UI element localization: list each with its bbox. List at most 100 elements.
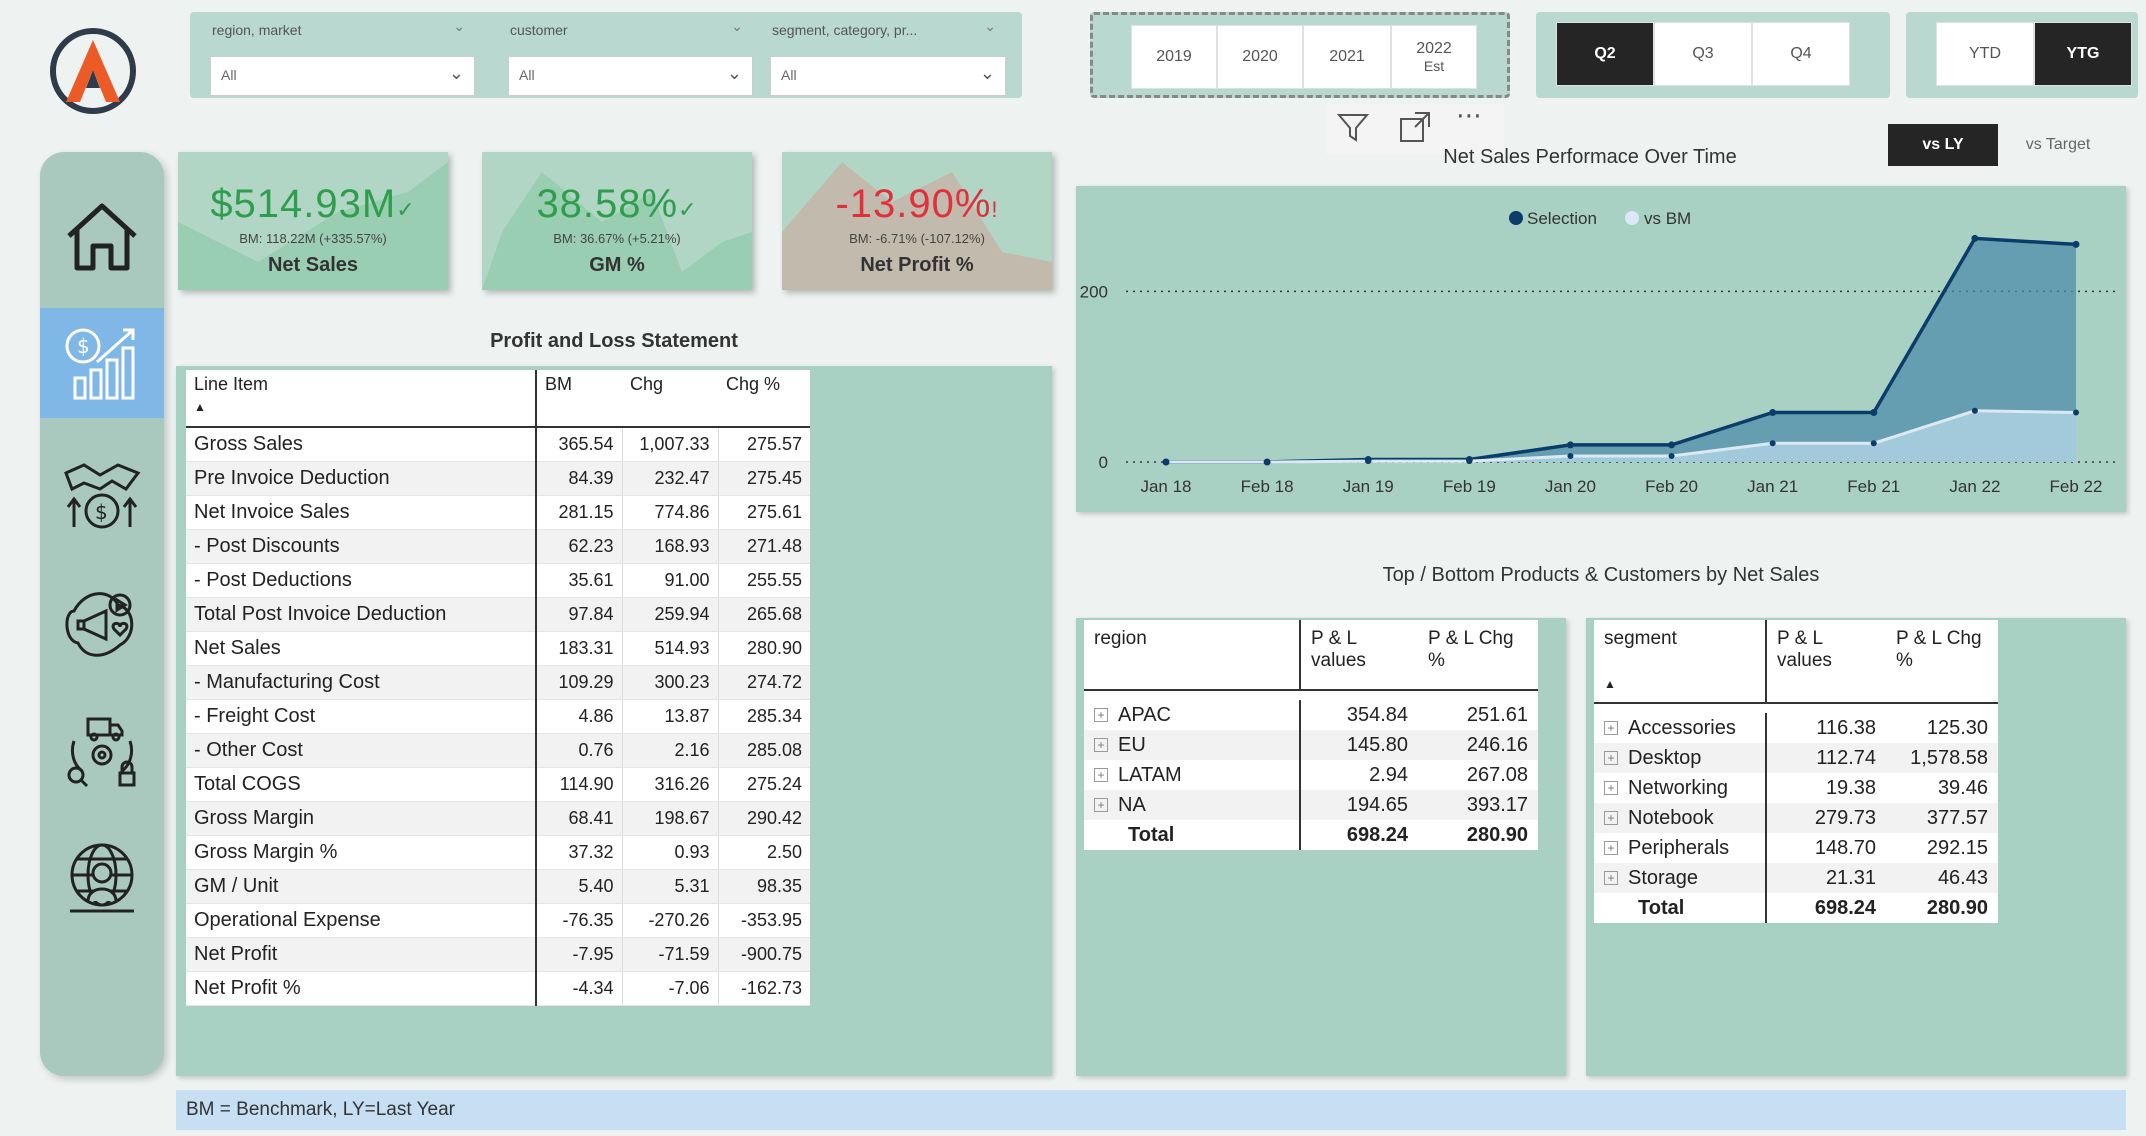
total-row: Total 698.24 280.90 [1084,820,1538,850]
table-row[interactable]: Net Profit -7.95 -71.59 -900.75 [186,937,810,972]
line-item-cell: - Post Discounts [186,529,537,564]
table-row[interactable]: Operational Expense -76.35 -270.26 -353.95 [186,903,810,938]
year-button-2019[interactable]: 2019 [1131,25,1217,89]
filter-icon[interactable] [1336,110,1370,152]
table-row[interactable]: Net Invoice Sales 281.15 774.86 275.61 [186,495,810,530]
value-cell: 280.90 [717,631,810,666]
chevron-down-icon[interactable]: ⌄ [980,63,995,84]
slicer-dropdown[interactable]: All ⌄ [210,56,475,96]
table-row[interactable]: + LATAM 2.94 267.08 [1084,760,1538,790]
quarter-button-q2[interactable]: Q2 [1556,22,1654,86]
table-row[interactable]: Pre Invoice Deduction 84.39 232.47 275.45 [186,461,810,496]
region-market-slicer[interactable]: region, market ⌄ All ⌄ [190,16,475,96]
ytg-button[interactable]: YTG [2034,22,2132,86]
value-cell: 281.15 [535,495,622,530]
chevron-down-icon[interactable]: ⌄ [727,63,742,84]
expand-icon[interactable]: + [1094,738,1108,753]
table-row[interactable]: Total COGS 114.90 316.26 275.24 [186,767,810,802]
table-row[interactable]: Net Sales 183.31 514.93 280.90 [186,631,810,666]
ytd-button[interactable]: YTD [1936,22,2034,86]
slicer-dropdown[interactable]: All ⌄ [508,56,753,96]
nav-supply-chain-view[interactable] [40,698,164,808]
line-item-cell: - Manufacturing Cost [186,665,537,700]
table-row[interactable]: GM / Unit 5.40 5.31 98.35 [186,869,810,904]
column-header-pl-values[interactable]: P & L values [1766,620,1886,704]
column-header-pl-chg[interactable]: P & L Chg % [1886,620,1998,704]
value-cell: 5.40 [535,869,622,904]
expand-icon[interactable]: + [1604,841,1618,856]
year-button-2022[interactable]: 2022 Est [1391,25,1477,89]
table-row[interactable]: Gross Sales 365.54 1,007.33 275.57 [186,427,810,462]
nav-home[interactable] [40,184,164,294]
expand-icon[interactable]: + [1094,768,1108,783]
expand-icon[interactable]: + [1604,871,1618,886]
table-row[interactable]: - Manufacturing Cost 109.29 300.23 274.72 [186,665,810,700]
column-header-pl-values[interactable]: P & L values [1300,620,1418,691]
nav-sales-view[interactable]: $ [40,442,164,552]
column-header-chg[interactable]: Chg [622,370,718,428]
column-header-region[interactable]: region [1084,620,1301,691]
chevron-down-icon[interactable]: ⌄ [731,18,743,35]
year-button-2020[interactable]: 2020 [1217,25,1303,89]
expand-icon[interactable]: + [1604,721,1618,736]
column-header-bm[interactable]: BM [536,370,622,428]
quarter-button-q3[interactable]: Q3 [1654,22,1752,86]
total-label: Total [1594,893,1767,923]
kpi-card-gm-pct[interactable]: 38.58%✓ BM: 36.67% (+5.21%) GM % [482,152,752,290]
table-row[interactable]: + Accessories 116.38 125.30 [1594,713,1998,743]
value-cell: 2.16 [621,733,718,768]
expand-icon[interactable]: + [1094,708,1108,723]
chevron-down-icon[interactable]: ⌄ [984,18,996,35]
table-row[interactable]: Total Post Invoice Deduction 97.84 259.94 2… [186,597,810,632]
table-row[interactable]: + EU 145.80 246.16 [1084,730,1538,760]
table-row[interactable]: - Freight Cost 4.86 13.87 285.34 [186,699,810,734]
year-button-2021[interactable]: 2021 [1303,25,1391,89]
vs-target-button[interactable]: vs Target [2008,124,2108,166]
table-row[interactable]: Gross Margin 68.41 198.67 290.42 [186,801,810,836]
vs-ly-button[interactable]: vs LY [1888,124,1998,166]
table-row[interactable]: - Other Cost 0.76 2.16 285.08 [186,733,810,768]
sort-ascending-icon[interactable]: ▲ [194,400,206,414]
column-header-line-item[interactable]: Line Item ▲ [186,370,537,428]
expand-icon[interactable]: + [1094,798,1108,813]
table-row[interactable]: + Desktop 112.74 1,578.58 [1594,743,1998,773]
more-options-icon[interactable]: ⋯ [1456,100,1482,131]
kpi-label: GM % [589,254,645,276]
table-row[interactable]: - Post Discounts 62.23 168.93 271.48 [186,529,810,564]
table-row[interactable]: + NA 194.65 393.17 [1084,790,1538,820]
table-row[interactable]: + Storage 21.31 46.43 [1594,863,1998,893]
segment-category-slicer[interactable]: segment, category, pr... ⌄ All ⌄ [750,16,1006,96]
value-cell: 275.61 [717,495,810,530]
chevron-down-icon[interactable]: ⌄ [453,18,465,35]
table-row[interactable]: + Notebook 279.73 377.57 [1594,803,1998,833]
expand-icon[interactable]: + [1604,811,1618,826]
nav-marketing-view[interactable] [40,570,164,680]
column-header-pl-chg[interactable]: P & L Chg % [1418,620,1538,691]
expand-icon[interactable]: + [1604,781,1618,796]
kpi-card-net-profit-pct[interactable]: -13.90%! BM: -6.71% (-107.12%) Net Profi… [782,152,1052,290]
kpi-card-net-sales[interactable]: $514.93M✓ BM: 118.22M (+335.57%) Net Sal… [178,152,448,290]
table-row[interactable]: - Post Deductions 35.61 91.00 255.55 [186,563,810,598]
chevron-down-icon[interactable]: ⌄ [449,63,464,84]
table-row[interactable]: Net Profit % -4.34 -7.06 -162.73 [186,971,810,1006]
row-label-cell: + Notebook [1594,803,1767,833]
table-row[interactable]: Gross Margin % 37.32 0.93 2.50 [186,835,810,870]
sort-ascending-icon[interactable]: ▲ [1604,677,1616,691]
value-cell: 259.94 [621,597,718,632]
value-cell: 84.39 [535,461,622,496]
column-header-segment[interactable]: segment ▲ [1594,620,1767,704]
nav-finance-view[interactable]: $ [40,308,164,418]
quarter-button-q4[interactable]: Q4 [1752,22,1850,86]
value-cell: 116.38 [1816,716,1876,739]
table-row[interactable]: + APAC 354.84 251.61 [1084,700,1538,730]
table-row[interactable]: + Networking 19.38 39.46 [1594,773,1998,803]
nav-executive-view[interactable] [40,826,164,936]
expand-icon[interactable]: + [1604,751,1618,766]
slicer-dropdown[interactable]: All ⌄ [770,56,1006,96]
value-cell: 97.84 [535,597,622,632]
column-header-chg-pct[interactable]: Chg % [718,370,810,428]
table-row[interactable]: + Peripherals 148.70 292.15 [1594,833,1998,863]
net-sales-chart[interactable]: 0 200 Jan 18 Feb 18 Jan 19 Feb 19 Jan 20 Feb 20… [1076,186,2126,512]
customer-slicer[interactable]: customer ⌄ All ⌄ [488,16,753,96]
line-item-cell: Total COGS [186,767,537,802]
